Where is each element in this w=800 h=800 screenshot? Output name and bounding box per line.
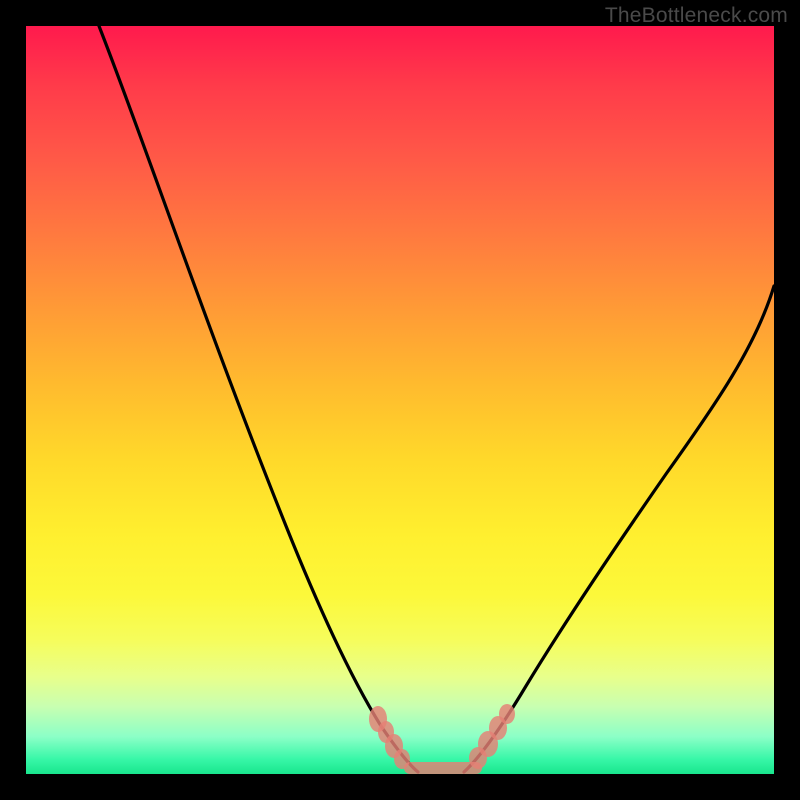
chart-frame: TheBottleneck.com: [0, 0, 800, 800]
right-curve: [464, 286, 774, 772]
marker-dot: [394, 749, 410, 769]
plot-area: [26, 26, 774, 774]
flat-bottom-band: [404, 762, 482, 774]
left-curve: [99, 26, 418, 772]
marker-dot: [499, 704, 515, 724]
watermark-text: TheBottleneck.com: [605, 4, 788, 28]
curve-layer: [26, 26, 774, 774]
